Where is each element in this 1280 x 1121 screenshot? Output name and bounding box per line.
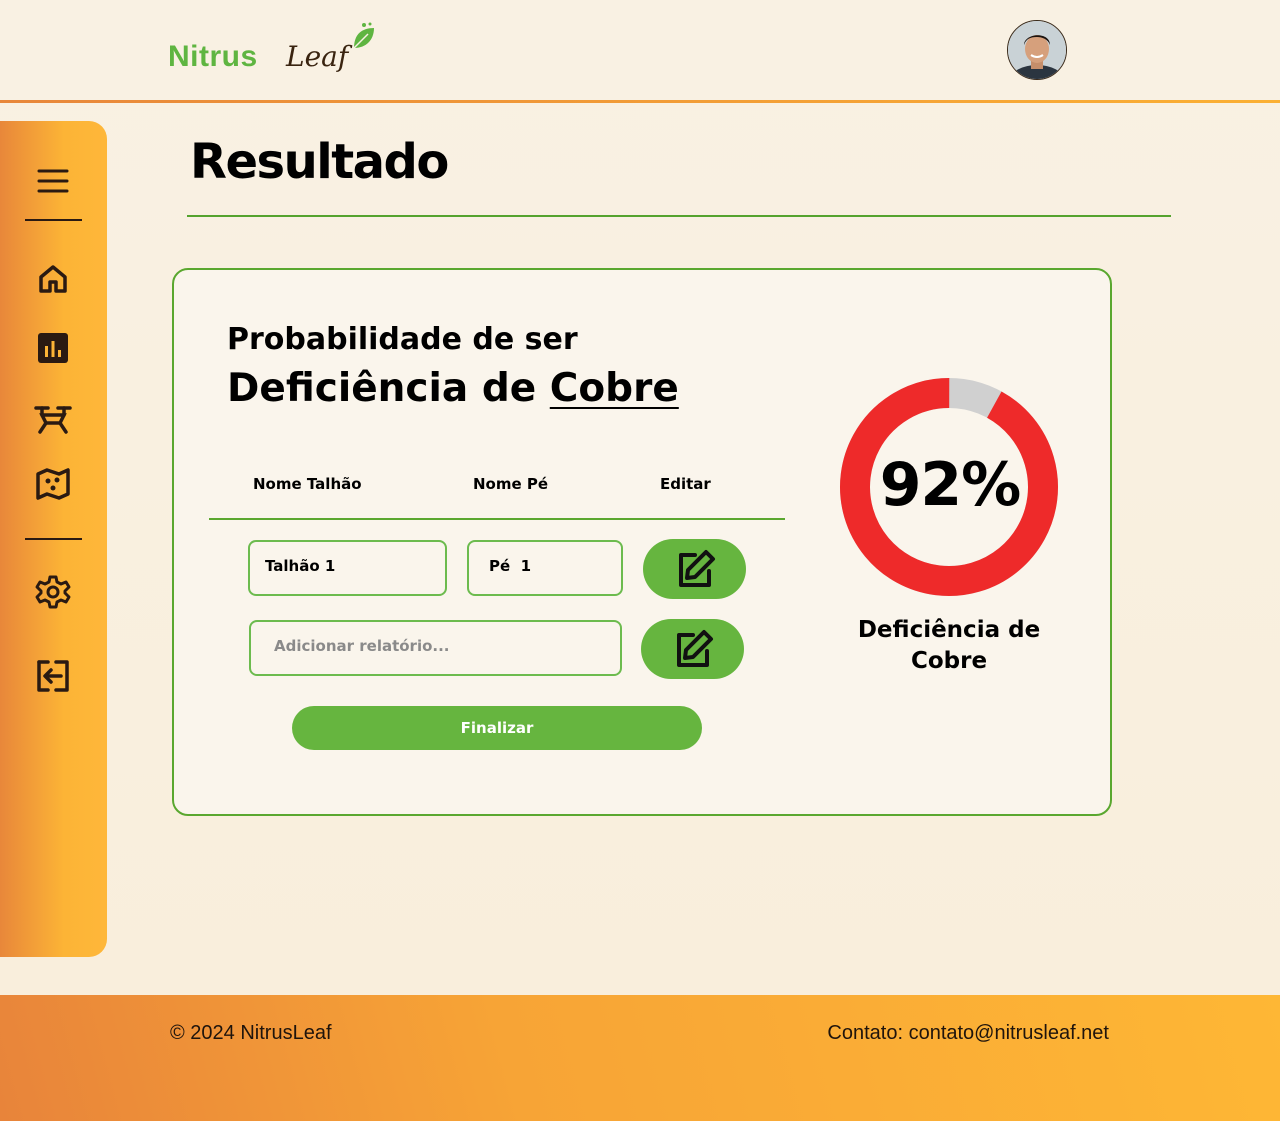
- leaf-icon: [353, 22, 374, 49]
- drone-icon[interactable]: [33, 399, 73, 439]
- edit-report-button[interactable]: [641, 619, 744, 679]
- talhao-field[interactable]: Talhão 1: [248, 540, 447, 596]
- footer-copyright: © 2024 NitrusLeaf: [170, 1022, 332, 1044]
- footer-contact[interactable]: Contato: contato@nitrusleaf.net: [827, 1022, 1109, 1045]
- sidebar-divider: [25, 538, 82, 540]
- page-title: Resultado: [190, 134, 449, 190]
- chart-icon[interactable]: [33, 328, 73, 368]
- footer: [0, 995, 1280, 1121]
- title-divider: [187, 215, 1171, 217]
- finalizar-button[interactable]: Finalizar: [292, 706, 702, 750]
- table-divider: [209, 518, 785, 520]
- header: Nitrus Leaf: [0, 0, 1280, 100]
- brand-name-part1: Nitrus: [168, 40, 258, 73]
- probability-heading: Deficiência de Cobre: [227, 366, 679, 411]
- settings-icon[interactable]: [33, 572, 73, 612]
- pe-field[interactable]: Pé 1: [467, 540, 623, 596]
- map-icon[interactable]: [33, 464, 73, 504]
- avatar-photo: [1008, 21, 1066, 79]
- report-input[interactable]: Adicionar relatório...: [249, 620, 622, 676]
- sidebar-divider: [25, 219, 82, 221]
- column-header-talhao: Nome Talhão: [253, 475, 362, 493]
- nutrient-link[interactable]: Cobre: [550, 366, 679, 411]
- header-divider: [0, 100, 1280, 103]
- probability-value: 92%: [879, 450, 1022, 520]
- logout-icon[interactable]: [33, 656, 73, 696]
- sidebar: [0, 121, 107, 957]
- home-icon[interactable]: [33, 259, 73, 299]
- user-avatar[interactable]: [1007, 20, 1067, 80]
- deficiency-prefix: Deficiência de: [227, 366, 537, 411]
- edit-icon: [676, 630, 713, 667]
- column-header-editar: Editar: [660, 475, 711, 493]
- menu-icon[interactable]: [33, 161, 73, 201]
- column-header-pe: Nome Pé: [473, 475, 549, 493]
- probability-label: Probabilidade de ser: [227, 322, 578, 357]
- edit-button[interactable]: [643, 539, 746, 599]
- donut-caption: Deficiência de Cobre: [857, 617, 1041, 674]
- brand-name-part2: Leaf: [286, 40, 349, 73]
- edit-icon: [678, 550, 715, 587]
